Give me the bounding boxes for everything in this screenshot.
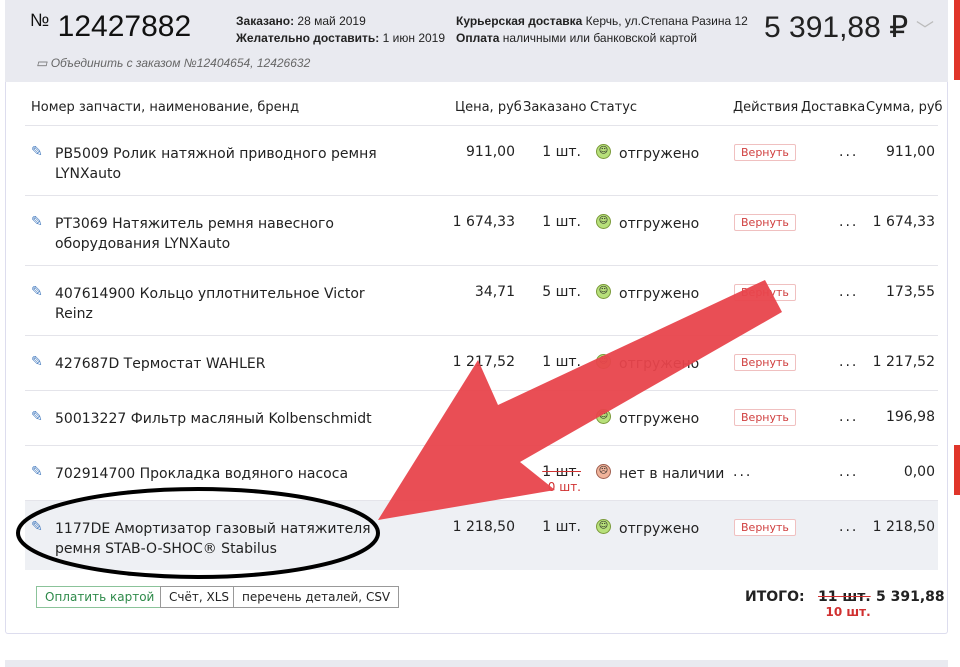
smile-icon: ☺ [596,519,611,534]
return-button[interactable]: Вернуть [734,354,796,371]
merge-orders-link[interactable]: ▭ Объединить с заказом №12404654, 124266… [36,56,310,70]
return-button[interactable]: Вернуть [734,144,796,161]
part-name[interactable]: 1177DE Амортизатор газовый натяжителя ре… [55,519,385,559]
status-text: отгружено [619,216,700,232]
scroll-indicator [954,0,960,80]
ordered-qty: 1 шт. [542,354,581,370]
smile-icon: ☺ [596,409,611,424]
status-text: отгружено [619,356,700,372]
order-delivery: Курьерская доставка Керчь, ул.Степана Ра… [456,14,748,45]
table-row: ✎ 407614900 Кольцо уплотнительное Victor… [25,265,938,335]
edit-icon[interactable]: ✎ [31,144,43,160]
col-price: Цена, руб [455,100,522,115]
row-sum: 1 218,50 [872,519,935,535]
smile-icon: ☺ [596,144,611,159]
order-dates: Заказано: 28 май 2019 Желательно достави… [236,14,446,45]
col-name: Номер запчасти, наименование, бренд [31,100,300,115]
table-row: ✎ 1177DE Амортизатор газовый натяжителя … [25,500,938,570]
parts-csv-button[interactable]: перечень деталей, CSV [233,586,400,608]
ordered-qty: 1 шт. [542,519,581,535]
edit-icon[interactable]: ✎ [31,464,43,480]
smile-icon: ☺ [596,214,611,229]
table-row: ✎ 50013227 Фильтр масляный Kolbenschmidt… [25,390,938,445]
ordered-qty: 5 шт. [542,284,581,300]
status-text: отгружено [619,521,700,537]
return-button[interactable]: Вернуть [734,284,796,301]
status-text: отгружено [619,146,700,162]
table-row: ✎ PB5009 Ролик натяжной приводного ремня… [25,125,938,195]
total-qty: 11 шт. 10 шт. [818,589,871,619]
row-sum: 173,55 [886,284,935,300]
col-ordered: Заказано [523,100,587,115]
price: 1 218,50 [452,519,515,535]
part-name[interactable]: 407614900 Кольцо уплотнительное Victor R… [55,284,385,324]
status-text: отгружено [619,411,700,427]
row-sum: 1 674,33 [872,214,935,230]
edit-icon[interactable]: ✎ [31,354,43,370]
comment-icon: ▭ [36,56,48,70]
status-text: нет в наличии [619,466,725,482]
ordered-qty: 1 шт. 0 шт. [542,464,581,494]
total-label: ИТОГО: [745,589,805,605]
smile-icon: ☺ [596,354,611,369]
col-actions: Действия [733,100,799,115]
edit-icon[interactable]: ✎ [31,214,43,230]
row-sum: 196,98 [886,409,935,425]
part-name[interactable]: 702914700 Прокладка водяного насоса [55,464,385,484]
return-button[interactable]: Вернуть [734,519,796,536]
edit-icon[interactable]: ✎ [31,409,43,425]
price: 1 674,33 [452,214,515,230]
price: 911,00 [466,144,515,160]
row-sum: 0,00 [903,464,935,480]
col-sum: Сумма, руб [866,100,943,115]
table-row: ✎ PT3069 Натяжитель ремня навесного обор… [25,195,938,265]
part-name[interactable]: PT3069 Натяжитель ремня навесного оборуд… [55,214,385,254]
edit-icon[interactable]: ✎ [31,519,43,535]
sad-face-icon: ☹ [596,464,611,479]
next-order-card [5,660,948,667]
chevron-down-icon[interactable]: ﹀ [916,16,934,42]
part-name[interactable]: 427687D Термостат WAHLER [55,354,385,374]
order-number: № 12427882 [30,10,192,43]
ordered-qty: 1 шт. [542,214,581,230]
price: 1 217,52 [452,354,515,370]
row-sum: 1 217,52 [872,354,935,370]
return-button[interactable]: Вернуть [734,214,796,231]
part-name[interactable]: PB5009 Ролик натяжной приводного ремня L… [55,144,385,184]
return-button[interactable]: Вернуть [734,409,796,426]
table-row: ✎ 427687D Термостат WAHLER 1 217,52 1 шт… [25,335,938,390]
smile-icon: ☺ [596,284,611,299]
scroll-indicator [954,445,960,495]
part-name[interactable]: 50013227 Фильтр масляный Kolbenschmidt [55,409,385,429]
price: 34,71 [474,284,515,300]
order-total: 5 391,88 ₽ [764,11,909,44]
row-sum: 911,00 [886,144,935,160]
pay-card-button[interactable]: Оплатить картой [36,586,164,608]
edit-icon[interactable]: ✎ [31,284,43,300]
invoice-xls-button[interactable]: Счёт, XLS [160,586,238,608]
table-row: ✎ 702914700 Прокладка водяного насоса 1 … [25,445,938,500]
status-text: отгружено [619,286,700,302]
col-delivery: Доставка [801,100,866,115]
col-status: Статус [590,100,638,115]
ordered-qty: 1 шт. [542,144,581,160]
actions-none: ... [733,464,753,480]
total-sum: 5 391,88 [876,589,945,605]
